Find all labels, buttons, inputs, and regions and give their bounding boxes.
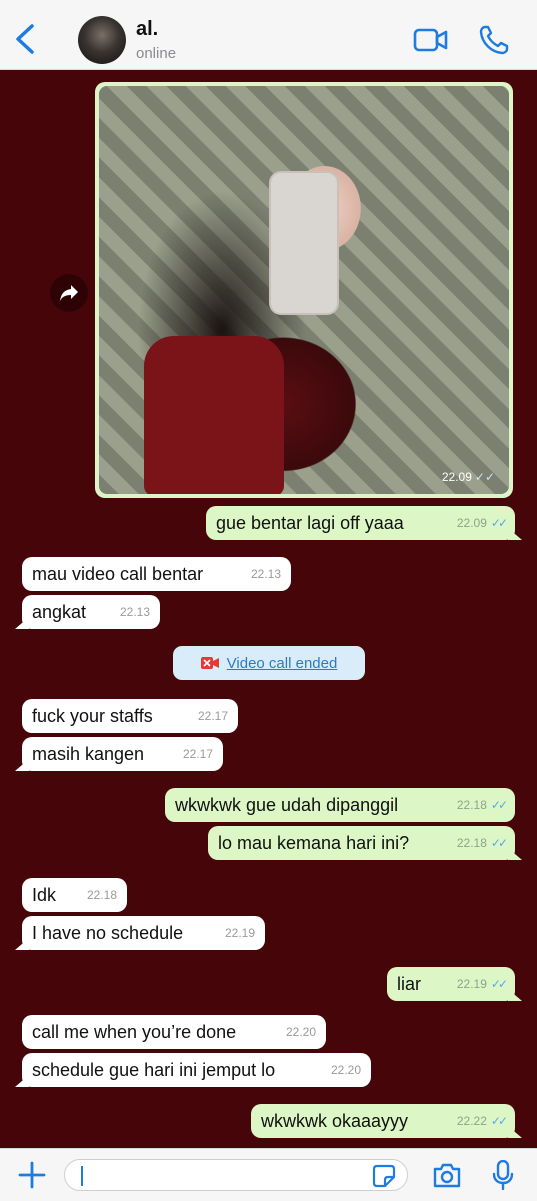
message-timestamp: 22.09 bbox=[456, 516, 487, 530]
message-text: mau video call bentar bbox=[32, 563, 204, 584]
chat-header: al. online bbox=[0, 0, 537, 70]
bubble-tail bbox=[15, 938, 29, 950]
message-timestamp: 22.13 bbox=[250, 567, 281, 581]
message-text: lo mau kemana hari ini? bbox=[218, 832, 410, 853]
message-timestamp: 22.17 bbox=[197, 709, 228, 723]
message-bubble-in[interactable]: schedule gue hari ini jemput lo 22.20 bbox=[15, 1053, 371, 1087]
message-input[interactable] bbox=[64, 1159, 408, 1191]
read-receipt-icon: ✓✓ bbox=[490, 836, 508, 850]
forward-button[interactable] bbox=[50, 274, 88, 312]
forward-icon bbox=[60, 285, 78, 301]
bubble-tail bbox=[508, 528, 522, 540]
avatar[interactable] bbox=[78, 16, 126, 64]
message-text: fuck your staffs bbox=[32, 705, 153, 726]
message-bubble-in[interactable]: mau video call bentar 22.13 bbox=[22, 557, 291, 591]
message-bubble-out[interactable]: lo mau kemana hari ini? 22.18 ✓✓ bbox=[208, 826, 522, 860]
read-receipt-icon: ✓✓ bbox=[490, 516, 508, 530]
sticker-icon[interactable] bbox=[372, 1164, 396, 1188]
message-bubble-in[interactable]: angkat 22.13 bbox=[15, 595, 160, 629]
bubble-tail bbox=[15, 1075, 29, 1087]
message-text: wkwkwk gue udah dipanggil bbox=[175, 794, 399, 815]
chat-area[interactable]: 22.09 ✓✓ gue bentar lagi off yaaa 22.09 ✓✓ m… bbox=[0, 70, 537, 1148]
message-timestamp: 22.20 bbox=[330, 1063, 361, 1077]
bag-shape bbox=[144, 336, 284, 494]
read-receipt-icon: ✓✓ bbox=[490, 798, 508, 812]
message-timestamp: 22.13 bbox=[119, 605, 150, 619]
message-timestamp: 22.18 bbox=[456, 836, 487, 850]
message-timestamp: 22.17 bbox=[182, 747, 213, 761]
bubble-tail bbox=[508, 989, 522, 1001]
message-bubble-out[interactable]: gue bentar lagi off yaaa 22.09 ✓✓ bbox=[206, 506, 522, 540]
video-call-ended-notice[interactable]: Video call ended bbox=[173, 646, 365, 680]
message-timestamp: 22.18 bbox=[456, 798, 487, 812]
plus-icon[interactable] bbox=[18, 1161, 46, 1189]
message-bubble-in[interactable]: I have no schedule 22.19 bbox=[15, 916, 265, 950]
bubble-tail bbox=[15, 759, 29, 771]
photo-timestamp: 22.09 ✓✓ bbox=[441, 470, 495, 484]
message-timestamp: 22.19 bbox=[456, 977, 487, 991]
contact-status: online bbox=[136, 45, 177, 62]
read-receipt-icon: ✓✓ bbox=[490, 1114, 508, 1128]
message-text: schedule gue hari ini jemput lo bbox=[32, 1059, 276, 1080]
photo-image[interactable]: 22.09 ✓✓ bbox=[99, 86, 509, 494]
message-bubble-in[interactable]: fuck your staffs 22.17 bbox=[22, 699, 238, 733]
message-bubble-out[interactable]: wkwkwk okaaayyy 22.22 ✓✓ bbox=[251, 1104, 522, 1138]
contact-name[interactable]: al. bbox=[136, 18, 158, 41]
video-call-icon[interactable] bbox=[413, 26, 449, 54]
message-text: call me when you’re done bbox=[32, 1021, 237, 1042]
message-text: angkat bbox=[32, 601, 87, 622]
phone-shape bbox=[269, 171, 339, 315]
message-text: gue bentar lagi off yaaa bbox=[216, 512, 404, 533]
message-bubble-out[interactable]: wkwkwk gue udah dipanggil 22.18 ✓✓ bbox=[165, 788, 515, 822]
message-timestamp: 22.20 bbox=[285, 1025, 316, 1039]
read-receipt-icon: ✓✓ bbox=[490, 977, 508, 991]
message-text: I have no schedule bbox=[32, 922, 184, 943]
message-text: wkwkwk okaaayyy bbox=[261, 1110, 409, 1131]
phone-call-icon[interactable] bbox=[478, 24, 510, 56]
message-bubble-in[interactable]: Idk 22.18 bbox=[22, 878, 127, 912]
composer-bar bbox=[0, 1148, 537, 1201]
message-text: Idk bbox=[32, 884, 57, 905]
text-caret bbox=[81, 1166, 83, 1186]
bubble-tail bbox=[15, 617, 29, 629]
message-text: liar bbox=[397, 973, 422, 994]
message-timestamp: 22.18 bbox=[86, 888, 117, 902]
bubble-tail bbox=[508, 848, 522, 860]
video-call-ended-label[interactable]: Video call ended bbox=[227, 655, 338, 672]
bubble-tail bbox=[508, 1126, 522, 1138]
camera-icon[interactable] bbox=[432, 1161, 462, 1189]
message-bubble-out[interactable]: liar 22.19 ✓✓ bbox=[387, 967, 522, 1001]
message-text: masih kangen bbox=[32, 743, 145, 764]
message-bubble-in[interactable]: call me when you’re done 22.20 bbox=[22, 1015, 326, 1049]
message-bubble-in[interactable]: masih kangen 22.17 bbox=[15, 737, 223, 771]
microphone-icon[interactable] bbox=[492, 1160, 514, 1190]
back-chevron-icon[interactable] bbox=[10, 22, 40, 56]
photo-message[interactable]: 22.09 ✓✓ bbox=[95, 82, 513, 498]
message-timestamp: 22.22 bbox=[456, 1114, 487, 1128]
message-timestamp: 22.19 bbox=[224, 926, 255, 940]
missed-video-icon bbox=[200, 657, 219, 669]
